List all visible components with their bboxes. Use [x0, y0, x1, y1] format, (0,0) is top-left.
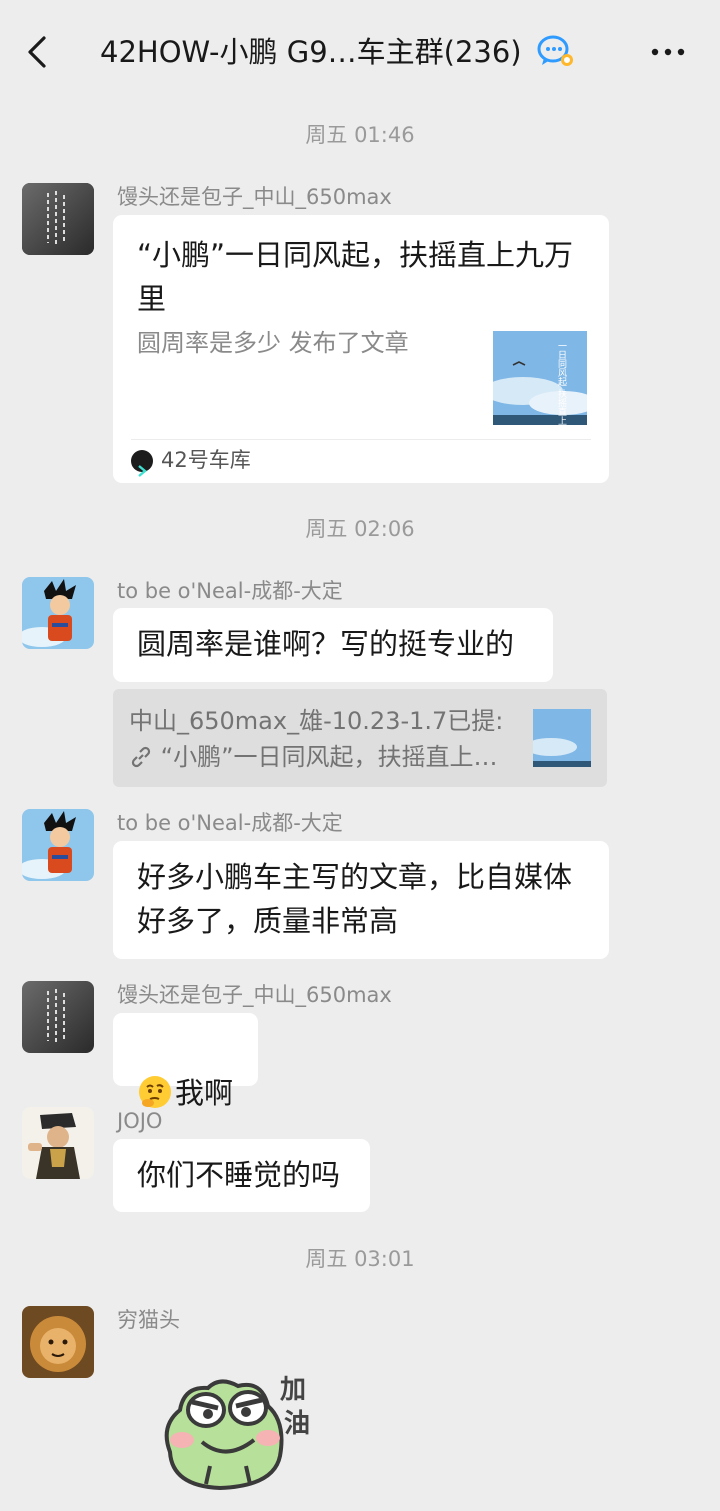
message-text: 好多小鹏车主写的文章，比自媒体 好多了，质量非常高 [137, 860, 573, 938]
sticker-text: 油 [284, 1409, 310, 1439]
message-bubble[interactable]: 好多小鹏车主写的文章，比自媒体 好多了，质量非常高 [113, 841, 609, 959]
sender-name: 穷猫头 [117, 1308, 180, 1332]
quote-author: 中山_650max_雄-10.23-1.7已提: [129, 707, 504, 735]
article-title: “小鹏”一日同风起，扶摇直上九万里 [137, 238, 574, 316]
avatar[interactable] [22, 1107, 94, 1179]
article-thumbnail: 一日同风起 扶摇直上九万里 [493, 331, 587, 425]
article-card[interactable]: “小鹏”一日同风起，扶摇直上九万里 圆周率是多少 发布了文章 一日同风起 扶摇直… [113, 215, 609, 483]
message-bubble[interactable]: 圆周率是谁啊？写的挺专业的 [113, 608, 553, 682]
timestamp: 周五 03:01 [305, 1247, 415, 1271]
quoted-message[interactable]: 中山_650max_雄-10.23-1.7已提: “小鹏”一日同风起，扶摇直上… [113, 689, 607, 787]
avatar[interactable] [22, 981, 94, 1053]
sender-name: 馒头还是包子_中山_650max [117, 185, 392, 209]
article-source: 42号车库 [161, 448, 251, 472]
thinking-face-icon [139, 1076, 171, 1108]
thumbnail-text: 一日同风起 扶摇直上九万里 [556, 341, 567, 425]
timestamp: 周五 01:46 [305, 123, 415, 147]
chat-title[interactable]: 42HOW-小鹏 G9…车主群(236) [100, 30, 522, 74]
avatar[interactable] [22, 577, 94, 649]
source-logo-icon [131, 450, 153, 477]
divider [131, 439, 591, 440]
quote-thumbnail [533, 709, 591, 767]
sender-name: to be o'Neal-成都-大定 [117, 811, 343, 835]
avatar[interactable] [22, 1306, 94, 1378]
article-description: 圆周率是多少 发布了文章 [137, 329, 409, 357]
sender-name: to be o'Neal-成都-大定 [117, 579, 343, 603]
avatar[interactable] [22, 809, 94, 881]
message-bubble[interactable]: 我啊 [113, 1013, 258, 1110]
wechat-group-chat-icon [537, 35, 573, 66]
chevron-left-icon[interactable] [22, 34, 58, 70]
avatar[interactable] [22, 183, 94, 255]
sticker-text: 加 [280, 1375, 306, 1405]
message-text: 你们不睡觉的吗 [137, 1158, 341, 1192]
chat-header: 42HOW-小鹏 G9…车主群(236) [0, 0, 720, 104]
frog-cheer-sticker[interactable]: 加 油 [150, 1366, 320, 1494]
more-dots-icon[interactable] [648, 40, 688, 64]
message-text: 圆周率是谁啊？写的挺专业的 [137, 627, 515, 661]
link-icon [131, 746, 151, 768]
timestamp: 周五 02:06 [305, 517, 415, 541]
sender-name: JOJO [117, 1109, 163, 1133]
sender-name: 馒头还是包子_中山_650max [117, 983, 392, 1007]
quote-text: “小鹏”一日同风起，扶摇直上… [160, 743, 498, 771]
message-bubble[interactable]: 你们不睡觉的吗 [113, 1139, 370, 1212]
message-text: 我啊 [175, 1076, 234, 1110]
